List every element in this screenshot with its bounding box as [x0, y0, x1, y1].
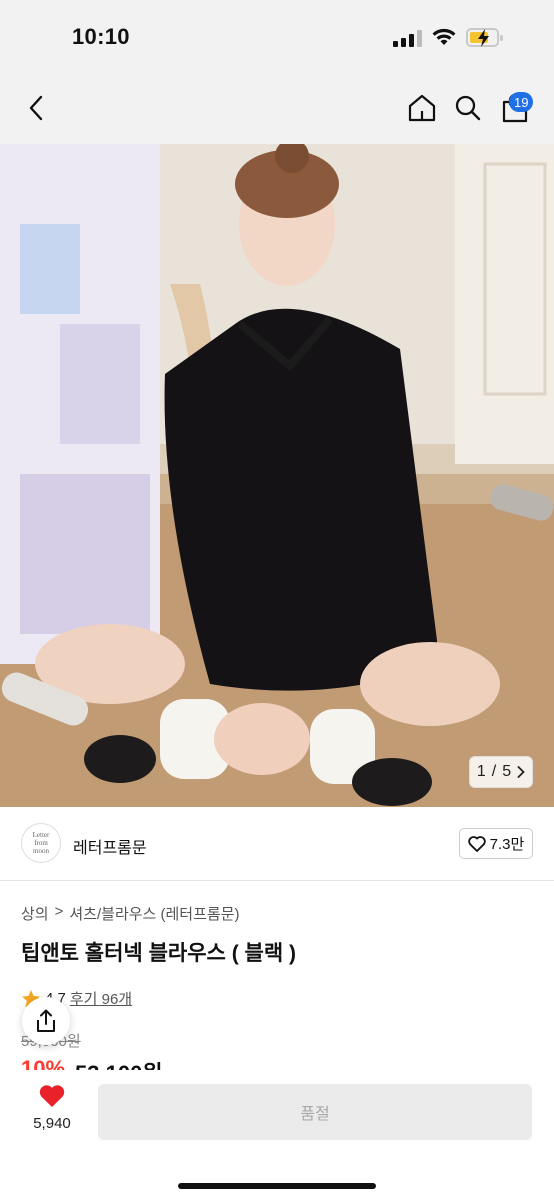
- wishlist-count: 5,940: [33, 1115, 71, 1132]
- heart-filled-icon: [39, 1085, 65, 1107]
- soldout-button[interactable]: 품절: [98, 1084, 532, 1140]
- signal-icon: [393, 30, 423, 47]
- image-counter-total: 5: [502, 763, 512, 780]
- wifi-icon: [432, 28, 456, 45]
- breadcrumb-separator: >: [54, 903, 64, 920]
- search-button[interactable]: [450, 90, 486, 126]
- image-counter-separator: /: [491, 763, 497, 780]
- product-title: 팁앤토 홀터넥 블라우스 ( 블랙 ): [21, 942, 296, 965]
- share-icon: [37, 1009, 55, 1032]
- home-indicator: [178, 1183, 376, 1189]
- brand-like-button[interactable]: 7.3만: [459, 828, 533, 859]
- chevron-left-icon: [29, 95, 43, 121]
- product-image[interactable]: [0, 144, 554, 807]
- chevron-right-icon: [517, 766, 525, 778]
- bottom-action-bar: 5,940 품절: [0, 1070, 554, 1200]
- breadcrumb-item-subcategory[interactable]: 셔츠/블라우스 (레터프롬문): [69, 903, 239, 924]
- home-button[interactable]: [404, 90, 440, 126]
- discount-rate: 10%: [21, 1056, 66, 1070]
- status-bar: 10:10: [0, 0, 554, 72]
- breadcrumb-item-category[interactable]: 상의: [21, 903, 49, 924]
- brand-logo[interactable]: Letter from moon: [21, 823, 61, 863]
- status-time: 10:10: [72, 24, 130, 49]
- brand-logo-text: Letter from moon: [32, 831, 50, 855]
- brand-name[interactable]: 레터프롬문: [73, 834, 147, 858]
- breadcrumb: 상의 > 셔츠/블라우스 (레터프롬문): [21, 903, 240, 924]
- share-button[interactable]: [22, 997, 70, 1045]
- review-link[interactable]: 후기 96개: [70, 988, 132, 1009]
- heart-outline-icon: [467, 835, 486, 852]
- brand-like-count: 7.3만: [489, 836, 525, 853]
- battery-icon: [466, 28, 503, 47]
- brand-row[interactable]: Letter from moon 레터프롬문 7.3만: [0, 807, 554, 881]
- product-photo: [0, 144, 554, 807]
- price-row: 10% 53,100원: [21, 1056, 163, 1070]
- image-counter-button[interactable]: 1 / 5: [469, 756, 533, 788]
- back-button[interactable]: [19, 90, 55, 126]
- home-icon: [408, 94, 436, 122]
- image-counter-current: 1: [476, 763, 486, 780]
- cart-count-badge: 19: [509, 92, 534, 112]
- search-icon: [455, 95, 481, 121]
- wishlist-button[interactable]: 5,940: [24, 1084, 80, 1132]
- sale-price: 53,100원: [75, 1056, 163, 1070]
- nav-bar: [0, 72, 554, 144]
